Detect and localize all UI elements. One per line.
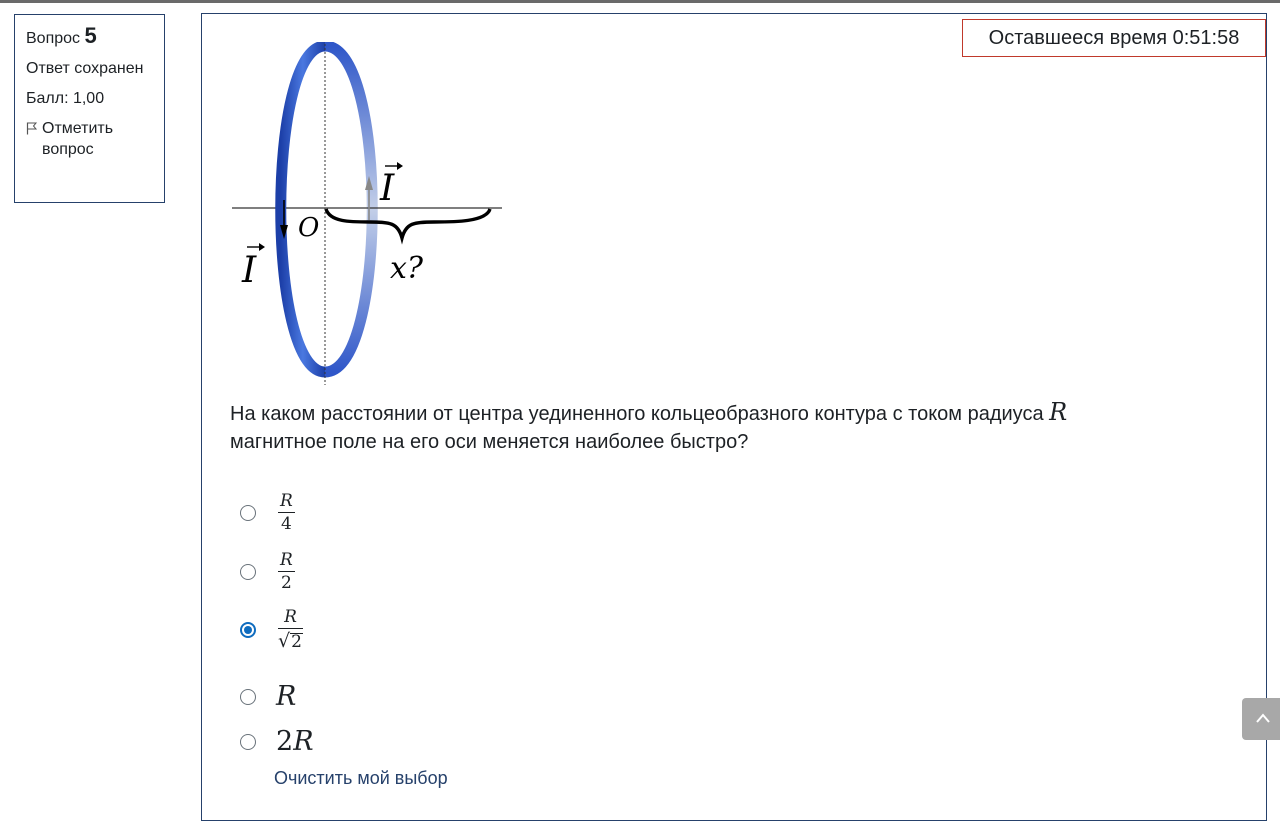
fraction-numerator: R xyxy=(280,550,293,570)
ring-back-half xyxy=(323,42,378,378)
top-bar xyxy=(0,0,1280,3)
answer-radio-4[interactable] xyxy=(240,688,256,705)
quiz-timer: Оставшееся время 0:51:58 xyxy=(962,19,1266,57)
sqrt-radicand: 2 xyxy=(290,632,303,652)
question-grade: Балл: 1,00 xyxy=(26,90,105,107)
sqrt-symbol: √ xyxy=(278,630,291,652)
answer-prefix: 2 xyxy=(276,726,294,757)
radius-symbol: R xyxy=(1049,398,1068,426)
fraction-bar xyxy=(278,512,295,513)
arrow-up-icon xyxy=(1256,713,1270,723)
fraction-numerator: R xyxy=(284,607,297,627)
current-label-right: I xyxy=(379,168,395,209)
clear-choice-link[interactable]: Очистить мой выбор xyxy=(274,768,448,789)
fraction-bar xyxy=(278,571,295,572)
vector-arrow-left-head xyxy=(259,243,265,251)
answer-radio-3[interactable] xyxy=(240,621,256,638)
scroll-to-top-button[interactable] xyxy=(1242,698,1280,740)
answer-option-3[interactable]: R √ 2 xyxy=(240,608,303,651)
answer-radio-5[interactable] xyxy=(240,733,256,750)
answer-option-1[interactable]: R 4 xyxy=(240,492,295,534)
fraction-denominator: 2 xyxy=(280,573,292,593)
fraction-numerator: R xyxy=(280,491,293,511)
vector-arrow-right-head xyxy=(397,162,403,170)
question-info: Вопрос 5 Ответ сохранен Балл: 1,00 Отмет… xyxy=(14,14,165,203)
current-label-left: I xyxy=(241,250,257,291)
question-number: Вопрос 5 xyxy=(26,25,153,49)
origin-label: O xyxy=(298,213,319,243)
answer-radio-2[interactable] xyxy=(240,564,256,580)
sqrt-denominator: √ 2 xyxy=(278,631,303,651)
fraction-bar xyxy=(278,628,303,629)
flag-icon xyxy=(26,122,38,135)
question-number-prefix: Вопрос xyxy=(26,30,81,47)
answer-label-5: 2R xyxy=(276,726,314,757)
answer-option-2[interactable]: R 2 xyxy=(240,551,295,593)
question-text-line1: На каком расстоянии от центра уединенног… xyxy=(230,403,1044,425)
question-text: На каком расстоянии от центра уединенног… xyxy=(230,398,1240,456)
answer-symbol: R xyxy=(276,681,297,712)
question-text-line2: магнитное поле на его оси меняется наибо… xyxy=(230,431,749,453)
flag-question-button[interactable]: Отметить вопрос xyxy=(26,118,153,160)
distance-label: x? xyxy=(390,251,424,286)
distance-brace xyxy=(324,208,492,245)
answer-label-4: R xyxy=(276,681,296,712)
answer-label-1: R 4 xyxy=(278,492,295,534)
answer-label-2: R 2 xyxy=(278,551,295,593)
question-number-value: 5 xyxy=(84,23,97,48)
answer-radio-1[interactable] xyxy=(240,505,256,521)
answer-option-4[interactable]: R xyxy=(240,681,296,712)
ring-current-diagram: I I O x? xyxy=(232,42,502,385)
ring-front-half xyxy=(275,42,327,378)
question-content: Оставшееся время 0:51:58 I I O x? На как… xyxy=(201,13,1267,821)
flag-question-label: Отметить вопрос xyxy=(42,120,114,158)
fraction-denominator: 4 xyxy=(280,514,292,534)
answer-symbol: R xyxy=(293,726,314,757)
question-status: Ответ сохранен xyxy=(26,60,144,77)
answer-option-5[interactable]: 2R xyxy=(240,726,314,757)
answer-label-3: R √ 2 xyxy=(278,608,303,651)
